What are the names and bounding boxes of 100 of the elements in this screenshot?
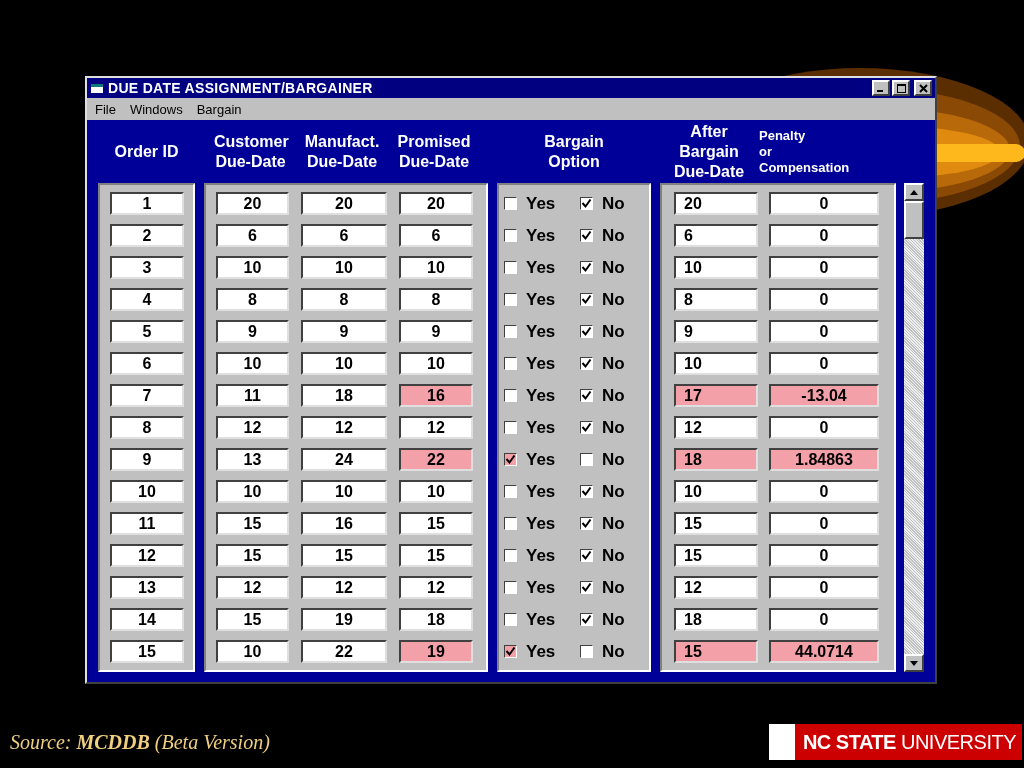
text-field[interactable]: 9 <box>216 320 289 343</box>
text-field[interactable]: 0 <box>769 352 879 375</box>
checkbox[interactable] <box>580 613 593 626</box>
text-field[interactable]: 15 <box>674 512 758 535</box>
text-field[interactable]: 10 <box>216 256 289 279</box>
text-field[interactable]: 6 <box>110 352 184 375</box>
text-field[interactable]: 10 <box>301 480 387 503</box>
checkbox[interactable] <box>504 613 517 626</box>
text-field[interactable]: 13 <box>216 448 289 471</box>
scroll-up-button[interactable] <box>904 183 924 201</box>
no-checkbox[interactable]: No <box>580 417 642 438</box>
no-checkbox[interactable]: No <box>580 225 642 246</box>
checkbox[interactable] <box>580 389 593 402</box>
text-field[interactable]: 19 <box>399 640 473 663</box>
menu-item[interactable]: Bargain <box>196 101 242 117</box>
text-field[interactable]: 15 <box>399 544 473 567</box>
text-field[interactable]: 12 <box>301 416 387 439</box>
text-field[interactable]: 11 <box>110 512 184 535</box>
text-field[interactable]: 19 <box>301 608 387 631</box>
text-field[interactable]: 0 <box>769 416 879 439</box>
text-field[interactable]: 0 <box>769 192 879 215</box>
text-field[interactable]: 15 <box>110 640 184 663</box>
yes-checkbox[interactable]: Yes <box>504 545 566 566</box>
text-field[interactable]: 2 <box>110 224 184 247</box>
no-checkbox[interactable]: No <box>580 353 642 374</box>
text-field[interactable]: 17 <box>674 384 758 407</box>
text-field[interactable]: 15 <box>216 512 289 535</box>
no-checkbox[interactable]: No <box>580 385 642 406</box>
no-checkbox[interactable]: No <box>580 513 642 534</box>
yes-checkbox[interactable]: Yes <box>504 353 566 374</box>
text-field[interactable]: 1.84863 <box>769 448 879 471</box>
text-field[interactable]: 20 <box>399 192 473 215</box>
yes-checkbox[interactable]: Yes <box>504 577 566 598</box>
text-field[interactable]: 10 <box>301 352 387 375</box>
yes-checkbox[interactable]: Yes <box>504 289 566 310</box>
yes-checkbox[interactable]: Yes <box>504 481 566 502</box>
checkbox[interactable] <box>580 293 593 306</box>
text-field[interactable]: 6 <box>674 224 758 247</box>
text-field[interactable]: 16 <box>399 384 473 407</box>
no-checkbox[interactable]: No <box>580 257 642 278</box>
menu-item[interactable]: File <box>95 101 116 117</box>
text-field[interactable]: 10 <box>216 352 289 375</box>
checkbox[interactable] <box>504 517 517 530</box>
text-field[interactable]: 12 <box>216 416 289 439</box>
no-checkbox[interactable]: No <box>580 577 642 598</box>
text-field[interactable]: 0 <box>769 608 879 631</box>
text-field[interactable]: 9 <box>301 320 387 343</box>
checkbox[interactable] <box>580 517 593 530</box>
scrollbar[interactable] <box>904 183 924 672</box>
text-field[interactable]: 12 <box>399 576 473 599</box>
close-button[interactable] <box>914 80 932 96</box>
text-field[interactable]: 13 <box>110 576 184 599</box>
text-field[interactable]: 3 <box>110 256 184 279</box>
text-field[interactable]: 8 <box>301 288 387 311</box>
checkbox[interactable] <box>504 229 517 242</box>
checkbox[interactable] <box>504 261 517 274</box>
text-field[interactable]: 18 <box>399 608 473 631</box>
scroll-down-button[interactable] <box>904 654 924 672</box>
no-checkbox[interactable]: No <box>580 193 642 214</box>
yes-checkbox[interactable]: Yes <box>504 257 566 278</box>
text-field[interactable]: 10 <box>301 256 387 279</box>
text-field[interactable]: 9 <box>674 320 758 343</box>
text-field[interactable]: 0 <box>769 576 879 599</box>
text-field[interactable]: 18 <box>674 608 758 631</box>
text-field[interactable]: 15 <box>399 512 473 535</box>
checkbox[interactable] <box>504 389 517 402</box>
text-field[interactable]: 24 <box>301 448 387 471</box>
yes-checkbox[interactable]: Yes <box>504 417 566 438</box>
yes-checkbox[interactable]: Yes <box>504 641 566 662</box>
checkbox[interactable] <box>504 421 517 434</box>
checkbox[interactable] <box>580 645 593 658</box>
text-field[interactable]: 9 <box>110 448 184 471</box>
text-field[interactable]: 1 <box>110 192 184 215</box>
checkbox[interactable] <box>504 485 517 498</box>
text-field[interactable]: 0 <box>769 480 879 503</box>
text-field[interactable]: 10 <box>110 480 184 503</box>
text-field[interactable]: 0 <box>769 512 879 535</box>
text-field[interactable]: 10 <box>399 480 473 503</box>
text-field[interactable]: 18 <box>674 448 758 471</box>
text-field[interactable]: 20 <box>301 192 387 215</box>
no-checkbox[interactable]: No <box>580 449 642 470</box>
text-field[interactable]: 16 <box>301 512 387 535</box>
text-field[interactable]: 22 <box>399 448 473 471</box>
text-field[interactable]: 0 <box>769 256 879 279</box>
checkbox[interactable] <box>504 197 517 210</box>
text-field[interactable]: 15 <box>216 608 289 631</box>
text-field[interactable]: 15 <box>216 544 289 567</box>
checkbox[interactable] <box>580 357 593 370</box>
no-checkbox[interactable]: No <box>580 609 642 630</box>
no-checkbox[interactable]: No <box>580 321 642 342</box>
text-field[interactable]: 5 <box>110 320 184 343</box>
yes-checkbox[interactable]: Yes <box>504 321 566 342</box>
no-checkbox[interactable]: No <box>580 641 642 662</box>
yes-checkbox[interactable]: Yes <box>504 513 566 534</box>
text-field[interactable]: 8 <box>674 288 758 311</box>
text-field[interactable]: 0 <box>769 288 879 311</box>
checkbox[interactable] <box>504 453 517 466</box>
text-field[interactable]: 6 <box>399 224 473 247</box>
text-field[interactable]: 11 <box>216 384 289 407</box>
checkbox[interactable] <box>580 485 593 498</box>
